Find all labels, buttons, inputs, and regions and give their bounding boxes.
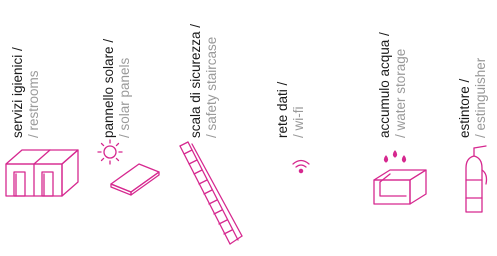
label-english: / water storage: [393, 48, 408, 138]
label-italian: scala di sicurezza /: [188, 23, 203, 138]
label-english: / solar panels: [117, 57, 132, 138]
label-italian: accumulo acqua /: [377, 32, 392, 138]
facilities-legend: servizi igienici / / restrooms pannello …: [0, 0, 497, 256]
label-english: / estinguisher: [473, 57, 488, 138]
staircase-icon: [176, 140, 248, 250]
extinguisher-icon: [456, 140, 492, 220]
solar-panel-icon: [95, 139, 167, 200]
label-english: / restrooms: [26, 70, 41, 138]
label-italian: estintore /: [457, 78, 472, 138]
label-english: / wi-fi: [291, 106, 306, 139]
restroom-icon: [2, 140, 79, 200]
water-tank-icon: [370, 140, 430, 210]
label-italian: rete dati /: [275, 81, 290, 138]
label-italian: pannello solare /: [101, 38, 116, 138]
wifi-icon: [290, 140, 312, 200]
label-italian: servizi igienici /: [10, 47, 25, 138]
label-english: / safety staircase: [204, 36, 219, 138]
